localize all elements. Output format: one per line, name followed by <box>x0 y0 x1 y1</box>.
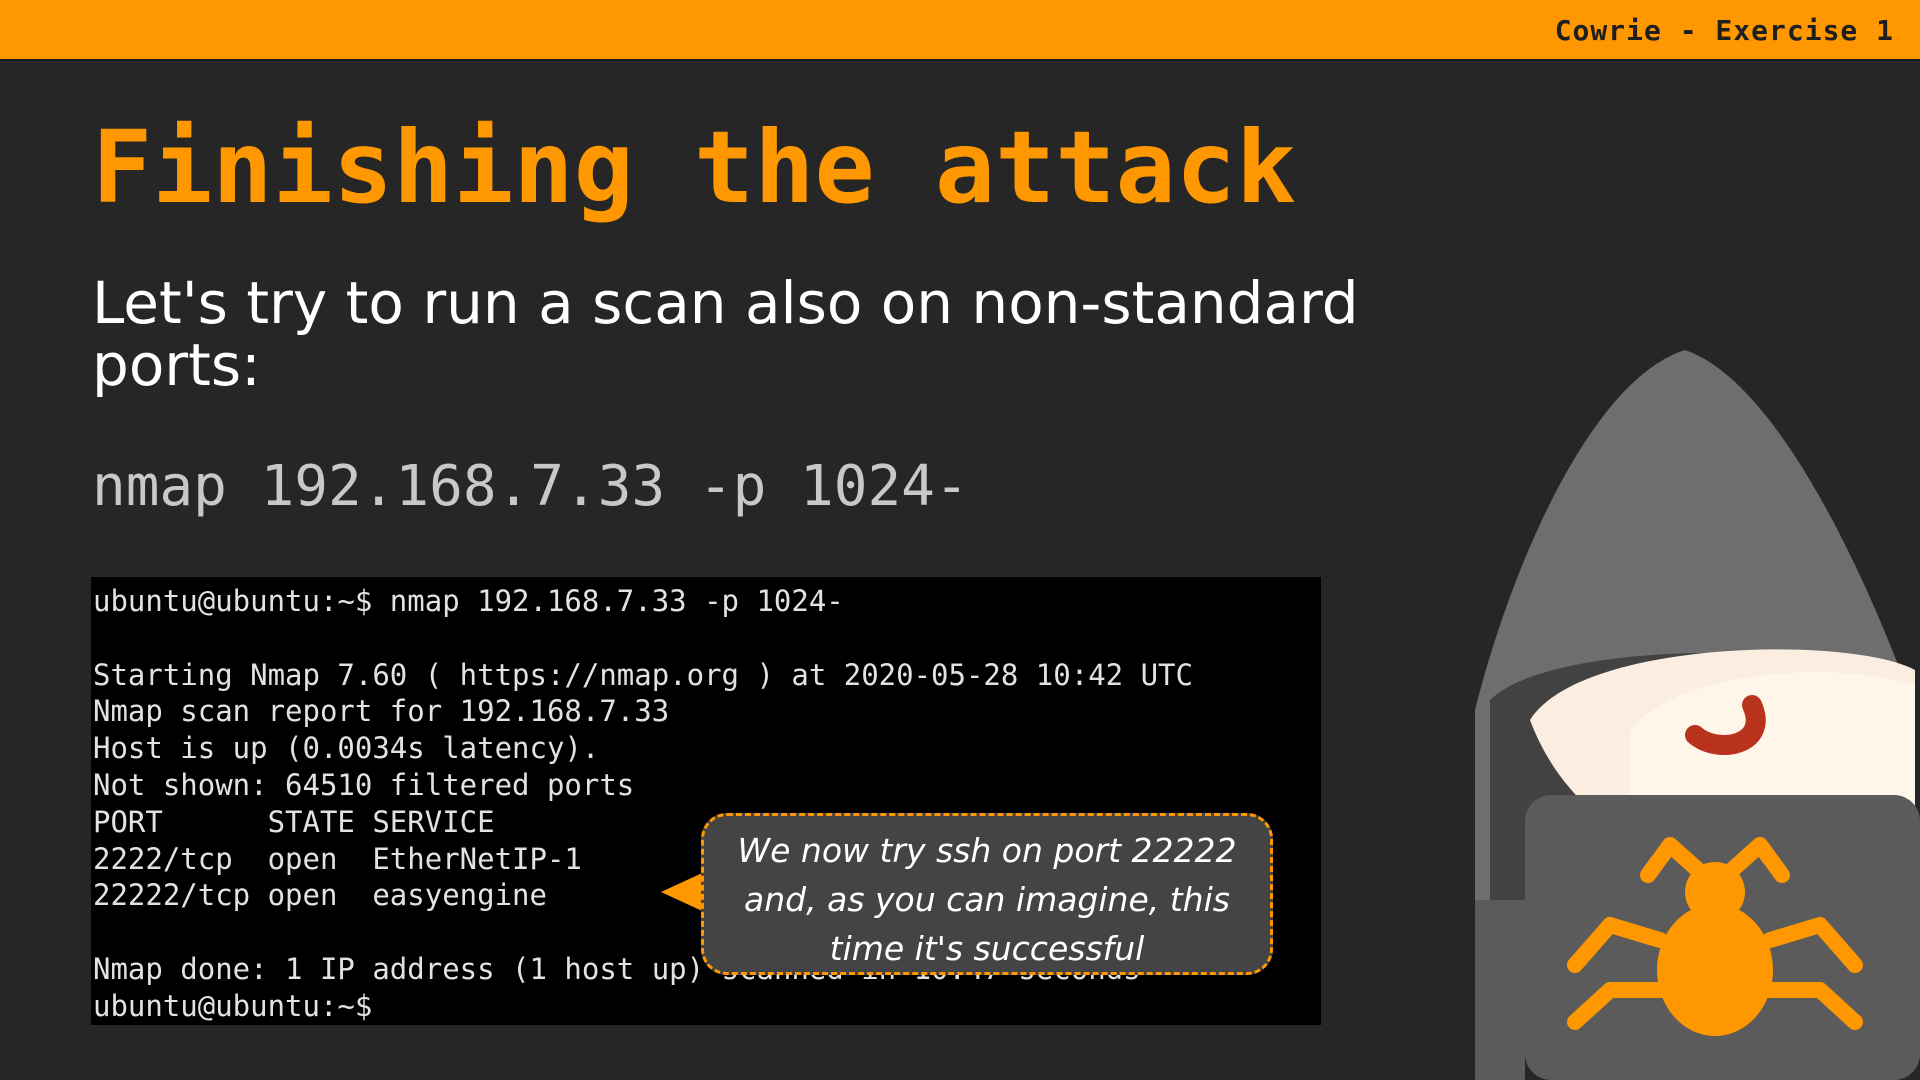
exercise-label: Cowrie - Exercise 1 <box>1554 14 1894 47</box>
terminal-line: Not shown: 64510 filtered ports <box>93 767 635 802</box>
terminal-line: ubuntu@ubuntu:~$ nmap 192.168.7.33 -p 10… <box>93 584 844 618</box>
terminal-line: Starting Nmap 7.60 ( https://nmap.org ) … <box>93 657 1193 692</box>
terminal-line: ubuntu@ubuntu:~$ <box>93 988 373 1023</box>
hooded-hacker-illustration <box>1475 350 1920 1080</box>
nmap-command: nmap 192.168.7.33 -p 1024- <box>92 454 969 519</box>
slide-title: Finishing the attack <box>92 109 1297 226</box>
top-banner: Cowrie - Exercise 1 <box>0 0 1920 61</box>
callout-note: We now try ssh on port 22222 and, as you… <box>701 813 1273 975</box>
terminal-line: Host is up (0.0034s latency). <box>93 731 600 766</box>
terminal-line: Nmap scan report for 192.168.7.33 <box>93 694 670 729</box>
slide-subtitle: Let's try to run a scan also on non-stan… <box>92 269 1359 399</box>
